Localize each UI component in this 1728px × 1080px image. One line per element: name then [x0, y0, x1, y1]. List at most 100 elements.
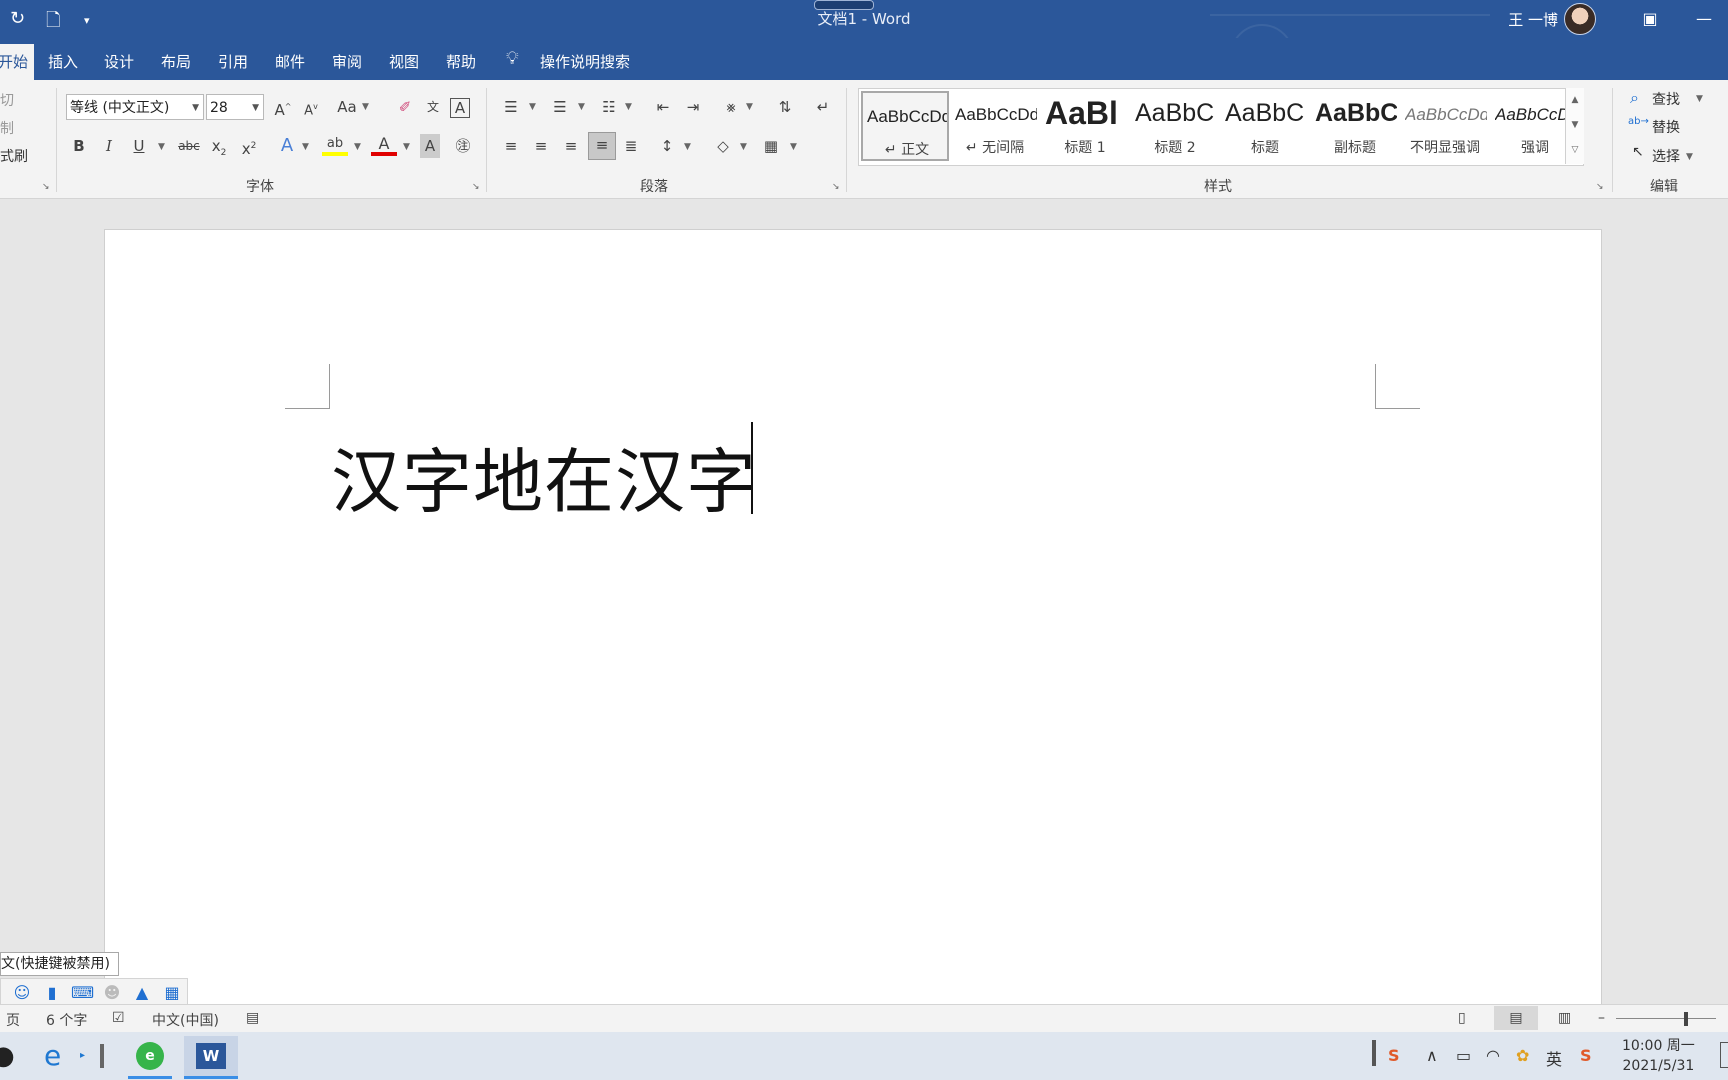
tab-insert[interactable]: 插入	[48, 51, 78, 72]
chevron-right-icon[interactable]: ▸	[80, 1036, 90, 1076]
chevron-down-icon[interactable]: ▼	[684, 142, 691, 152]
justify-icon[interactable]: ≡	[588, 132, 616, 160]
battery-icon[interactable]: ▭	[1456, 1046, 1471, 1065]
chevron-down-icon[interactable]: ▼	[302, 142, 309, 152]
bold-icon[interactable]: B	[66, 134, 92, 158]
read-mode-icon[interactable]: ▯	[1458, 1010, 1466, 1026]
microphone-icon[interactable]: ▮	[41, 983, 63, 1003]
line-spacing-icon[interactable]: ↕	[654, 134, 680, 158]
input-language[interactable]: 英	[1546, 1046, 1562, 1070]
copy-button[interactable]: 复制	[0, 118, 14, 138]
zoom-out-icon[interactable]: –	[1598, 1010, 1605, 1026]
increase-indent-icon[interactable]: ⇥	[680, 95, 706, 119]
sogou-icon[interactable]: S	[1388, 1046, 1400, 1065]
tell-me-search[interactable]: 操作说明搜索	[540, 51, 630, 72]
zoom-slider-thumb[interactable]	[1684, 1012, 1688, 1026]
font-dialog-launcher-icon[interactable]: ↘	[472, 182, 480, 192]
clear-formatting-icon[interactable]: ✐	[392, 95, 418, 119]
chevron-down-icon[interactable]: ▼	[1696, 94, 1703, 104]
strikethrough-icon[interactable]: abc	[176, 134, 202, 158]
cut-button[interactable]: 剪切	[0, 90, 14, 110]
font-color-icon[interactable]: A	[371, 132, 397, 156]
accessibility-icon[interactable]: ▤	[246, 1010, 259, 1026]
chevron-down-icon[interactable]: ▼	[790, 142, 797, 152]
document-text[interactable]: 汉字地在汉字	[331, 426, 757, 527]
chevron-down-icon[interactable]: ▼	[740, 142, 747, 152]
document-page[interactable]: 汉字地在汉字	[104, 229, 1602, 1011]
enclose-characters-icon[interactable]: ㊟	[450, 134, 476, 158]
chevron-down-icon[interactable]: ▼	[746, 102, 753, 112]
browser-taskbar-button[interactable]: e	[128, 1036, 172, 1079]
select-button[interactable]: 选择	[1652, 146, 1680, 166]
chevron-down-icon[interactable]: ▼	[1686, 152, 1693, 162]
gallery-more-icon[interactable]: ▽	[1566, 138, 1584, 163]
sogou-tray-icon[interactable]: S	[1580, 1046, 1592, 1065]
style-subtle-emphasis[interactable]: AaBbCcDd 不明显强调	[1401, 91, 1489, 161]
character-shading-icon[interactable]: A	[420, 134, 440, 158]
chevron-down-icon[interactable]: ▼	[252, 95, 259, 121]
align-right-icon[interactable]: ≡	[558, 134, 584, 158]
tab-layout[interactable]: 布局	[161, 51, 191, 72]
style-title[interactable]: AaBbC 标题	[1221, 91, 1309, 161]
zoom-slider[interactable]	[1616, 1018, 1716, 1019]
distributed-icon[interactable]: ≣	[618, 134, 644, 158]
scroll-down-icon[interactable]: ▼	[1566, 113, 1584, 138]
toolbox-icon[interactable]: ▦	[161, 983, 183, 1003]
clipboard-launcher-icon[interactable]: ↘	[42, 182, 50, 192]
style-heading-1[interactable]: AaBl 标题 1	[1041, 91, 1129, 161]
style-subtitle[interactable]: AaBbC 副标题	[1311, 91, 1399, 161]
style-heading-2[interactable]: AaBbC 标题 2	[1131, 91, 1219, 161]
styles-dialog-launcher-icon[interactable]: ↘	[1596, 182, 1604, 192]
chevron-down-icon[interactable]: ▼	[354, 142, 361, 152]
ribbon-display-options-icon[interactable]: ▣	[1630, 4, 1670, 34]
chevron-down-icon[interactable]: ▼	[192, 95, 199, 121]
subscript-icon[interactable]: x2	[206, 134, 232, 158]
font-name-combo[interactable]: 等线 (中文正文) ▼	[66, 94, 204, 120]
chevron-down-icon[interactable]: ▼	[578, 102, 585, 112]
italic-icon[interactable]: I	[96, 134, 122, 158]
skin-icon[interactable]: ▲	[131, 983, 153, 1003]
clock[interactable]: 10:00 周一 2021/5/31	[1622, 1036, 1695, 1076]
word-count[interactable]: 6 个字	[46, 1010, 87, 1030]
show-hidden-icons-icon[interactable]: ∧	[1426, 1046, 1438, 1065]
shading-icon[interactable]: ◇	[710, 134, 736, 158]
tab-review[interactable]: 审阅	[332, 51, 362, 72]
page-indicator[interactable]: 页	[6, 1010, 20, 1030]
replace-icon[interactable]: ab→	[1628, 116, 1649, 127]
decrease-indent-icon[interactable]: ⇤	[650, 95, 676, 119]
superscript-icon[interactable]: x2	[236, 134, 262, 158]
bullets-icon[interactable]: ☰	[498, 95, 524, 119]
chevron-down-icon[interactable]: ▼	[362, 102, 369, 112]
keyboard-icon[interactable]: ⌨	[71, 983, 94, 1003]
style-normal[interactable]: AaBbCcDd ↵ 正文	[861, 91, 949, 161]
minimize-button[interactable]: —	[1684, 4, 1724, 34]
asian-layout-icon[interactable]: ⨳	[718, 95, 744, 119]
style-no-spacing[interactable]: AaBbCcDd ↵ 无间隔	[951, 91, 1039, 161]
tab-references[interactable]: 引用	[218, 51, 248, 72]
highlight-color-icon[interactable]: ab	[322, 132, 348, 156]
tab-view[interactable]: 视图	[389, 51, 419, 72]
numbering-icon[interactable]: ☰	[547, 95, 573, 119]
tab-home[interactable]: 开始	[0, 44, 34, 80]
start-icon[interactable]: ●	[0, 1036, 15, 1076]
phonetic-guide-icon[interactable]: 文	[420, 95, 446, 119]
notification-icon[interactable]	[1720, 1042, 1728, 1068]
web-layout-icon[interactable]: ▥	[1558, 1010, 1571, 1026]
user-avatar[interactable]	[1564, 3, 1596, 35]
format-painter-button[interactable]: 格式刷	[0, 146, 28, 166]
chevron-down-icon[interactable]: ▼	[403, 142, 410, 152]
scroll-up-icon[interactable]: ▲	[1566, 88, 1584, 113]
align-left-icon[interactable]: ≡	[498, 134, 524, 158]
language-indicator[interactable]: 中文(中国)	[152, 1010, 219, 1030]
gallery-scrollbar[interactable]: ▲ ▼ ▽	[1565, 88, 1584, 164]
replace-button[interactable]: 替换	[1652, 117, 1680, 137]
cursor-icon[interactable]: ↖	[1632, 144, 1644, 160]
show-marks-icon[interactable]: ↵	[810, 95, 836, 119]
app-tray-icon[interactable]: ✿	[1516, 1046, 1529, 1065]
chevron-down-icon[interactable]: ▼	[529, 102, 536, 112]
word-taskbar-button[interactable]: W	[184, 1036, 238, 1079]
wifi-icon[interactable]: ◠	[1486, 1046, 1500, 1065]
tab-help[interactable]: 帮助	[446, 51, 476, 72]
borders-icon[interactable]: ▦	[758, 134, 784, 158]
find-button[interactable]: 查找	[1652, 89, 1680, 109]
